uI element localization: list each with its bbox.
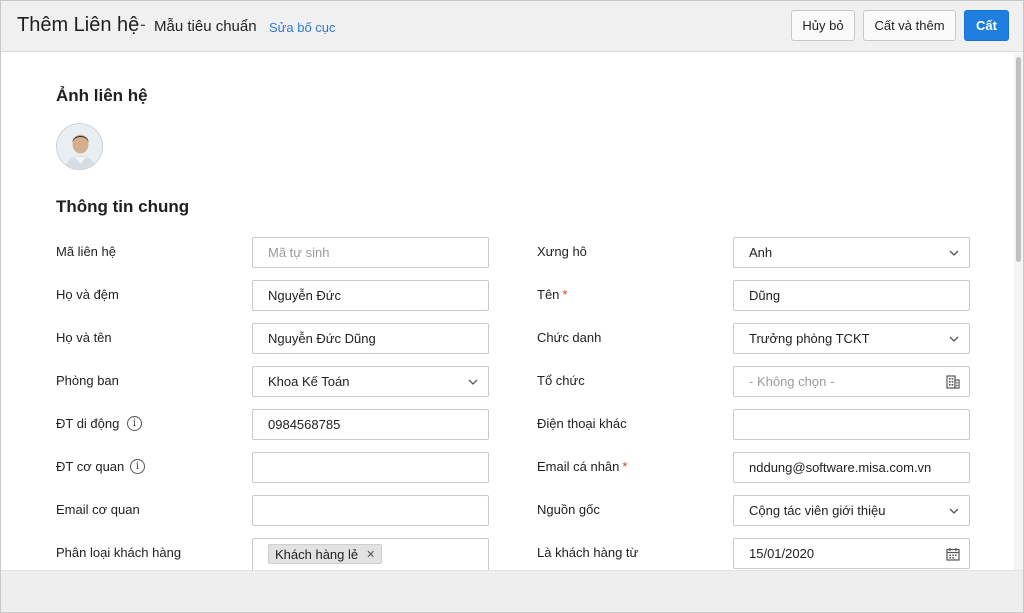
form-header: Thêm Liên hệ - Mẫu tiêu chuẩn Sửa bố cục… [1, 1, 1023, 52]
label-department: Phòng ban [56, 373, 119, 388]
customer-since-value: 15/01/2020 [749, 546, 815, 561]
required-marker: * [562, 287, 568, 302]
label-full-name: Họ và tên [56, 330, 112, 345]
save-button[interactable]: Cất [964, 10, 1009, 41]
form-content: Ảnh liên hệ Thông tin chung Mã liên hệ M… [1, 53, 1014, 574]
department-select[interactable]: Khoa Kế Toán [252, 366, 489, 397]
personal-email-input[interactable]: nddung@software.misa.com.vn [733, 452, 970, 483]
job-title-select[interactable]: Trưởng phòng TCKT [733, 323, 970, 354]
source-select[interactable]: Cộng tác viên giới thiệu [733, 495, 970, 526]
page-title: Thêm Liên hệ [17, 14, 140, 36]
section-title-photo: Ảnh liên hệ [56, 86, 148, 105]
footer-area [1, 570, 1023, 612]
label-first-name: Tên * [537, 287, 567, 303]
contact-form-window: Thêm Liên hệ - Mẫu tiêu chuẩn Sửa bố cục… [0, 0, 1024, 613]
label-contact-code: Mã liên hệ [56, 244, 116, 259]
edit-layout-link[interactable]: Sửa bố cục [269, 20, 336, 35]
full-name-value: Nguyễn Đức Dũng [268, 331, 376, 346]
first-name-input[interactable]: Dũng [733, 280, 970, 311]
organization-lookup[interactable]: - Không chọn - [733, 366, 970, 397]
info-icon[interactable]: i [130, 459, 145, 474]
required-marker: * [622, 459, 628, 474]
label-office-phone: ĐT cơ quan [56, 459, 125, 474]
label-salutation: Xưng hô [537, 244, 587, 259]
label-middle-name: Họ và đệm [56, 287, 119, 302]
full-name-input[interactable]: Nguyễn Đức Dũng [252, 323, 489, 354]
label-other-phone: Điện thoại khác [537, 416, 627, 431]
middle-name-input[interactable]: Nguyễn Đức [252, 280, 489, 311]
office-phone-input[interactable] [252, 452, 489, 483]
middle-name-value: Nguyễn Đức [268, 288, 342, 303]
other-phone-input[interactable] [733, 409, 970, 440]
label-source: Nguồn gốc [537, 502, 600, 517]
chevron-down-icon [468, 379, 478, 385]
source-value: Cộng tác viên giới thiệu [749, 503, 886, 518]
personal-email-label-text: Email cá nhân [537, 459, 620, 474]
close-icon[interactable]: ✕ [366, 548, 375, 561]
label-customer-type: Phân loại khách hàng [56, 545, 182, 560]
chevron-down-icon [949, 508, 959, 514]
info-icon[interactable]: i [127, 416, 142, 431]
title-separator: - [140, 15, 146, 34]
contact-code-placeholder: Mã tự sinh [268, 245, 330, 260]
organization-placeholder: - Không chọn - [749, 374, 835, 389]
cancel-button[interactable]: Hủy bỏ [791, 10, 855, 41]
customer-type-tag: Khách hàng lẻ ✕ [268, 544, 383, 564]
contact-code-input[interactable]: Mã tự sinh [252, 237, 489, 268]
office-email-input[interactable] [252, 495, 489, 526]
department-value: Khoa Kế Toán [268, 374, 350, 389]
mobile-phone-value: 0984568785 [268, 417, 341, 432]
label-office-email: Email cơ quan [56, 502, 140, 517]
avatar[interactable] [56, 123, 103, 170]
save-and-add-button[interactable]: Cất và thêm [863, 10, 956, 41]
label-organization: Tổ chức [537, 373, 585, 388]
first-name-label-text: Tên [537, 287, 560, 302]
salutation-select[interactable]: Anh [733, 237, 970, 268]
section-title-general: Thông tin chung [56, 197, 190, 216]
calendar-icon[interactable] [945, 546, 961, 562]
building-icon[interactable] [945, 374, 961, 390]
personal-email-value: nddung@software.misa.com.vn [749, 460, 932, 475]
mobile-phone-input[interactable]: 0984568785 [252, 409, 489, 440]
tag-label: Khách hàng lẻ [275, 546, 359, 562]
chevron-down-icon [949, 250, 959, 256]
label-customer-since: Là khách hàng từ [537, 545, 639, 560]
customer-type-tag-input[interactable]: Khách hàng lẻ ✕ [252, 538, 489, 574]
chevron-down-icon [949, 336, 959, 342]
scrollbar-thumb[interactable] [1016, 57, 1021, 262]
customer-since-date-input[interactable]: 15/01/2020 [733, 538, 970, 569]
template-name: Mẫu tiêu chuẩn [154, 18, 257, 35]
label-personal-email: Email cá nhân * [537, 459, 627, 475]
avatar-photo [57, 124, 102, 169]
label-mobile-phone: ĐT di động [56, 416, 120, 431]
job-title-value: Trưởng phòng TCKT [749, 331, 870, 346]
label-job-title: Chức danh [537, 330, 602, 345]
first-name-value: Dũng [749, 288, 781, 303]
salutation-value: Anh [749, 245, 773, 260]
